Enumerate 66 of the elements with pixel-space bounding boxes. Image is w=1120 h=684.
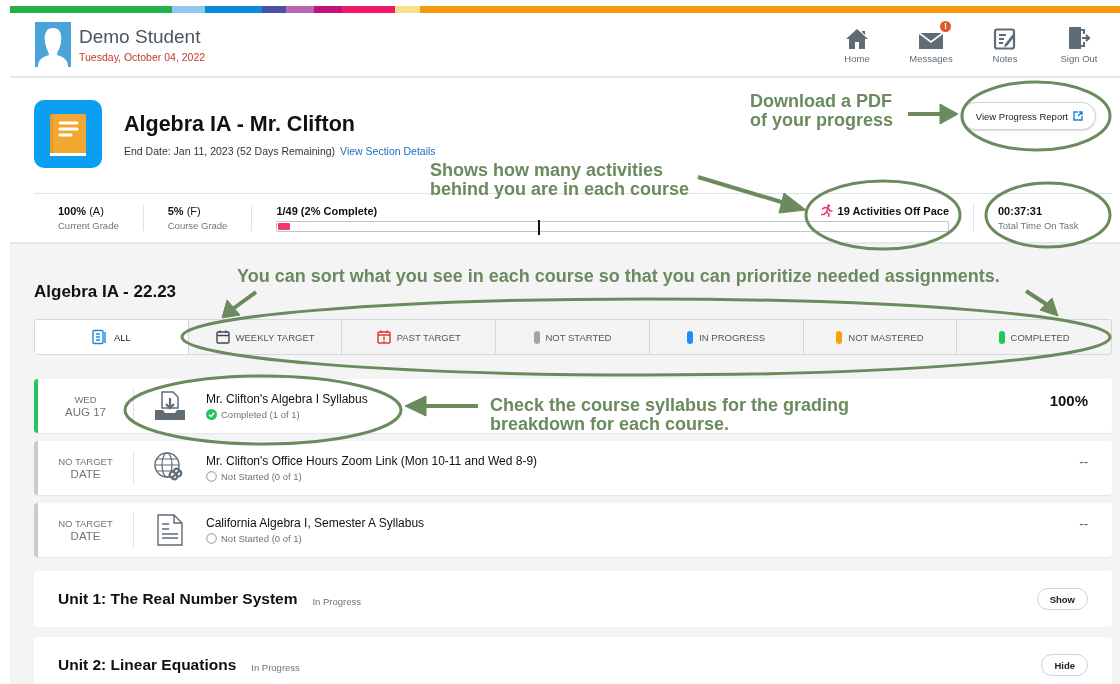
unit-status: In Progress [251, 661, 300, 673]
grade-label: Course Grade [167, 220, 228, 231]
filter-tab[interactable]: WEEKLY TARGET [188, 320, 343, 354]
calendar-icon [215, 330, 230, 344]
grade-value: 100% (A) [58, 205, 105, 217]
activity-score: -- [1079, 516, 1088, 531]
annotation-arrow [1024, 289, 1059, 317]
filter-tab[interactable]: IN PROGRESS [649, 320, 804, 354]
annotation-text: You can sort what you see in each course so that you can prioritize needed assignments. [237, 267, 1000, 286]
document-icon [157, 514, 183, 546]
filter-tab[interactable]: PAST TARGET [342, 320, 497, 354]
running-figure-icon [819, 204, 833, 217]
annotation-text: Shows how many activities behind you are in each course [430, 161, 690, 199]
time-on-task: 00:37:31 [998, 205, 1044, 217]
book-icon [34, 100, 102, 168]
current-date: Tuesday, October 04, 2022 [79, 51, 206, 63]
unit-status: In Progress [312, 595, 362, 607]
student-name: Demo Student [79, 26, 202, 48]
home-icon [845, 27, 869, 50]
unit-toggle-button[interactable]: Show [1036, 588, 1088, 610]
activity-title: Mr. Clifton's Algebra I Syllabus [206, 392, 368, 406]
section-title: Algebra IA - 22.23 [34, 282, 177, 302]
nav-home-button[interactable]: Home [820, 25, 894, 64]
activity-card[interactable]: NO TARGET DATE Mr. Clifton's Office Hours Zoom Link (Mon 10-11 and Wed 8-9) Not Started (0 of 1) -- [34, 441, 1112, 495]
external-link-icon [1073, 111, 1083, 121]
activity-status: Not Started (0 of 1) [221, 471, 302, 482]
filter-tab[interactable]: ALL [35, 320, 189, 354]
annotation-arrow [908, 103, 959, 125]
grade-label: Current Grade [58, 220, 119, 231]
nav-sign-out-button[interactable]: Sign Out [1042, 25, 1116, 64]
off-pace-count: 19 Activities Off Pace [837, 204, 949, 217]
activity-status: Not Started (0 of 1) [221, 533, 302, 544]
list-icon [91, 329, 108, 345]
annotation-text: Check the course syllabus for the grading breakdown for each course. [490, 396, 850, 434]
progress-label: 1/49 (2% Complete) [276, 204, 378, 217]
annotation-arrow [221, 290, 258, 319]
course-title: Algebra IA - Mr. Clifton [124, 112, 356, 137]
target-date-text: WED [74, 393, 97, 406]
annotation-text: Download a PDF of your progress [750, 92, 894, 130]
unit-toggle-button[interactable]: Hide [1041, 654, 1088, 676]
nav-notes-button[interactable]: Notes [968, 25, 1042, 64]
grade-value: 5% (F) [167, 205, 202, 217]
unit-title: Unit 1: The Real Number System [58, 590, 298, 608]
unit-title: Unit 2: Linear Equations [58, 656, 237, 674]
sign-out-icon [1067, 25, 1091, 50]
activity-title: Mr. Clifton's Office Hours Zoom Link (Mon 10-11 and Wed 8-9) [206, 454, 538, 468]
activity-title: California Algebra I, Semester A Syllabus [206, 516, 425, 530]
activity-score: 100% [1049, 392, 1088, 409]
filter-tab[interactable]: COMPLETED [957, 320, 1111, 354]
end-date-text: End Date: Jan 11, 2023 (52 Days Remaining) [124, 145, 336, 157]
activity-status: Completed (1 of 1) [221, 409, 300, 420]
time-label: Total Time On Task [998, 220, 1080, 231]
target-date-text: AUG 17 [65, 406, 106, 419]
activity-card[interactable]: NO TARGET DATE California Algebra I, Semester A Syllabus Not Started (0 of 1) -- [34, 503, 1112, 557]
notification-badge: ! [940, 20, 951, 32]
filter-tab[interactable]: NOT STARTED [496, 320, 650, 354]
calendar-alert-icon [376, 330, 391, 344]
filter-tab[interactable]: NOT MASTERED [803, 320, 958, 354]
download-tray-icon [154, 390, 186, 422]
target-date-text: DATE [70, 530, 101, 543]
activity-score: -- [1079, 454, 1088, 469]
section-details-link[interactable]: View Section Details [340, 145, 436, 157]
target-date-text: NO TARGET [58, 517, 113, 530]
notes-icon [993, 27, 1017, 50]
target-date-text: NO TARGET [58, 455, 113, 468]
target-date-text: DATE [70, 468, 101, 481]
